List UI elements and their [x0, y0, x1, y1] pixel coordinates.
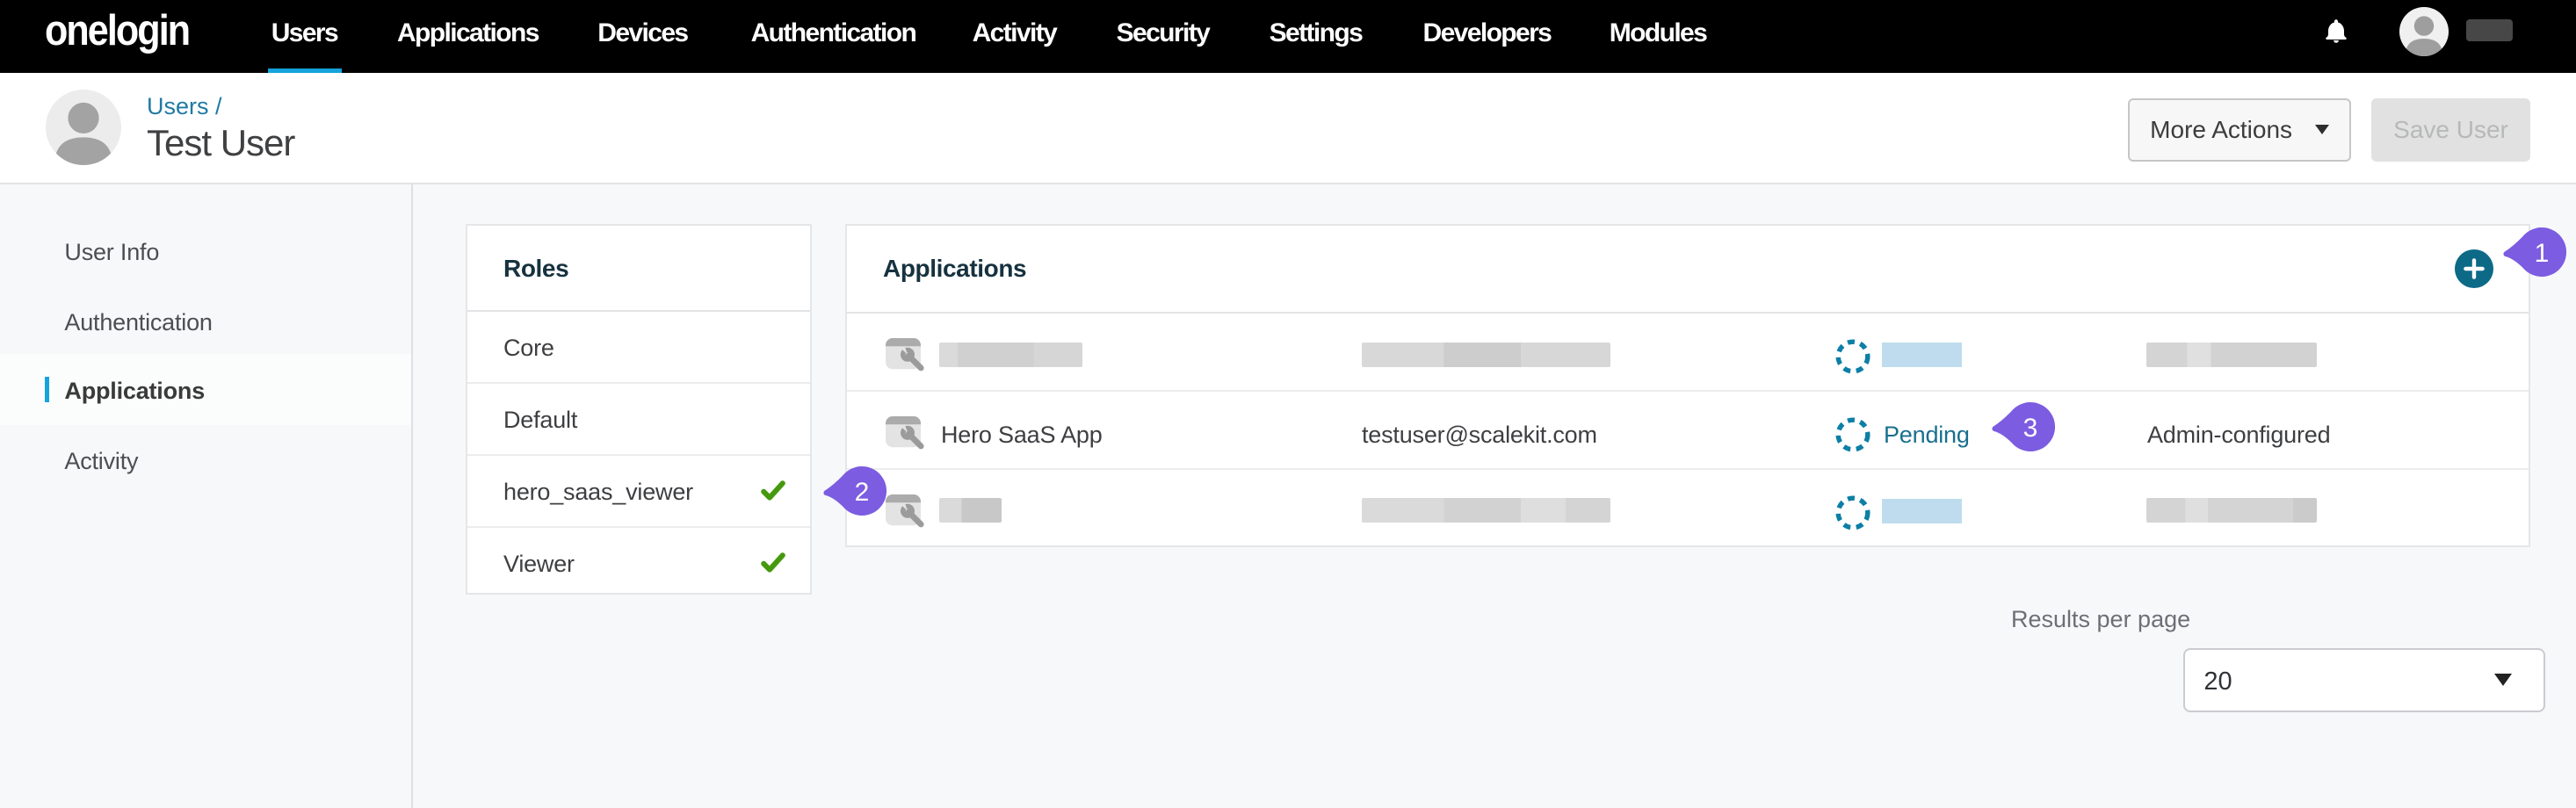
svg-text:1: 1	[2535, 239, 2550, 268]
svg-text:3: 3	[2023, 413, 2038, 442]
svg-text:2: 2	[855, 477, 870, 506]
